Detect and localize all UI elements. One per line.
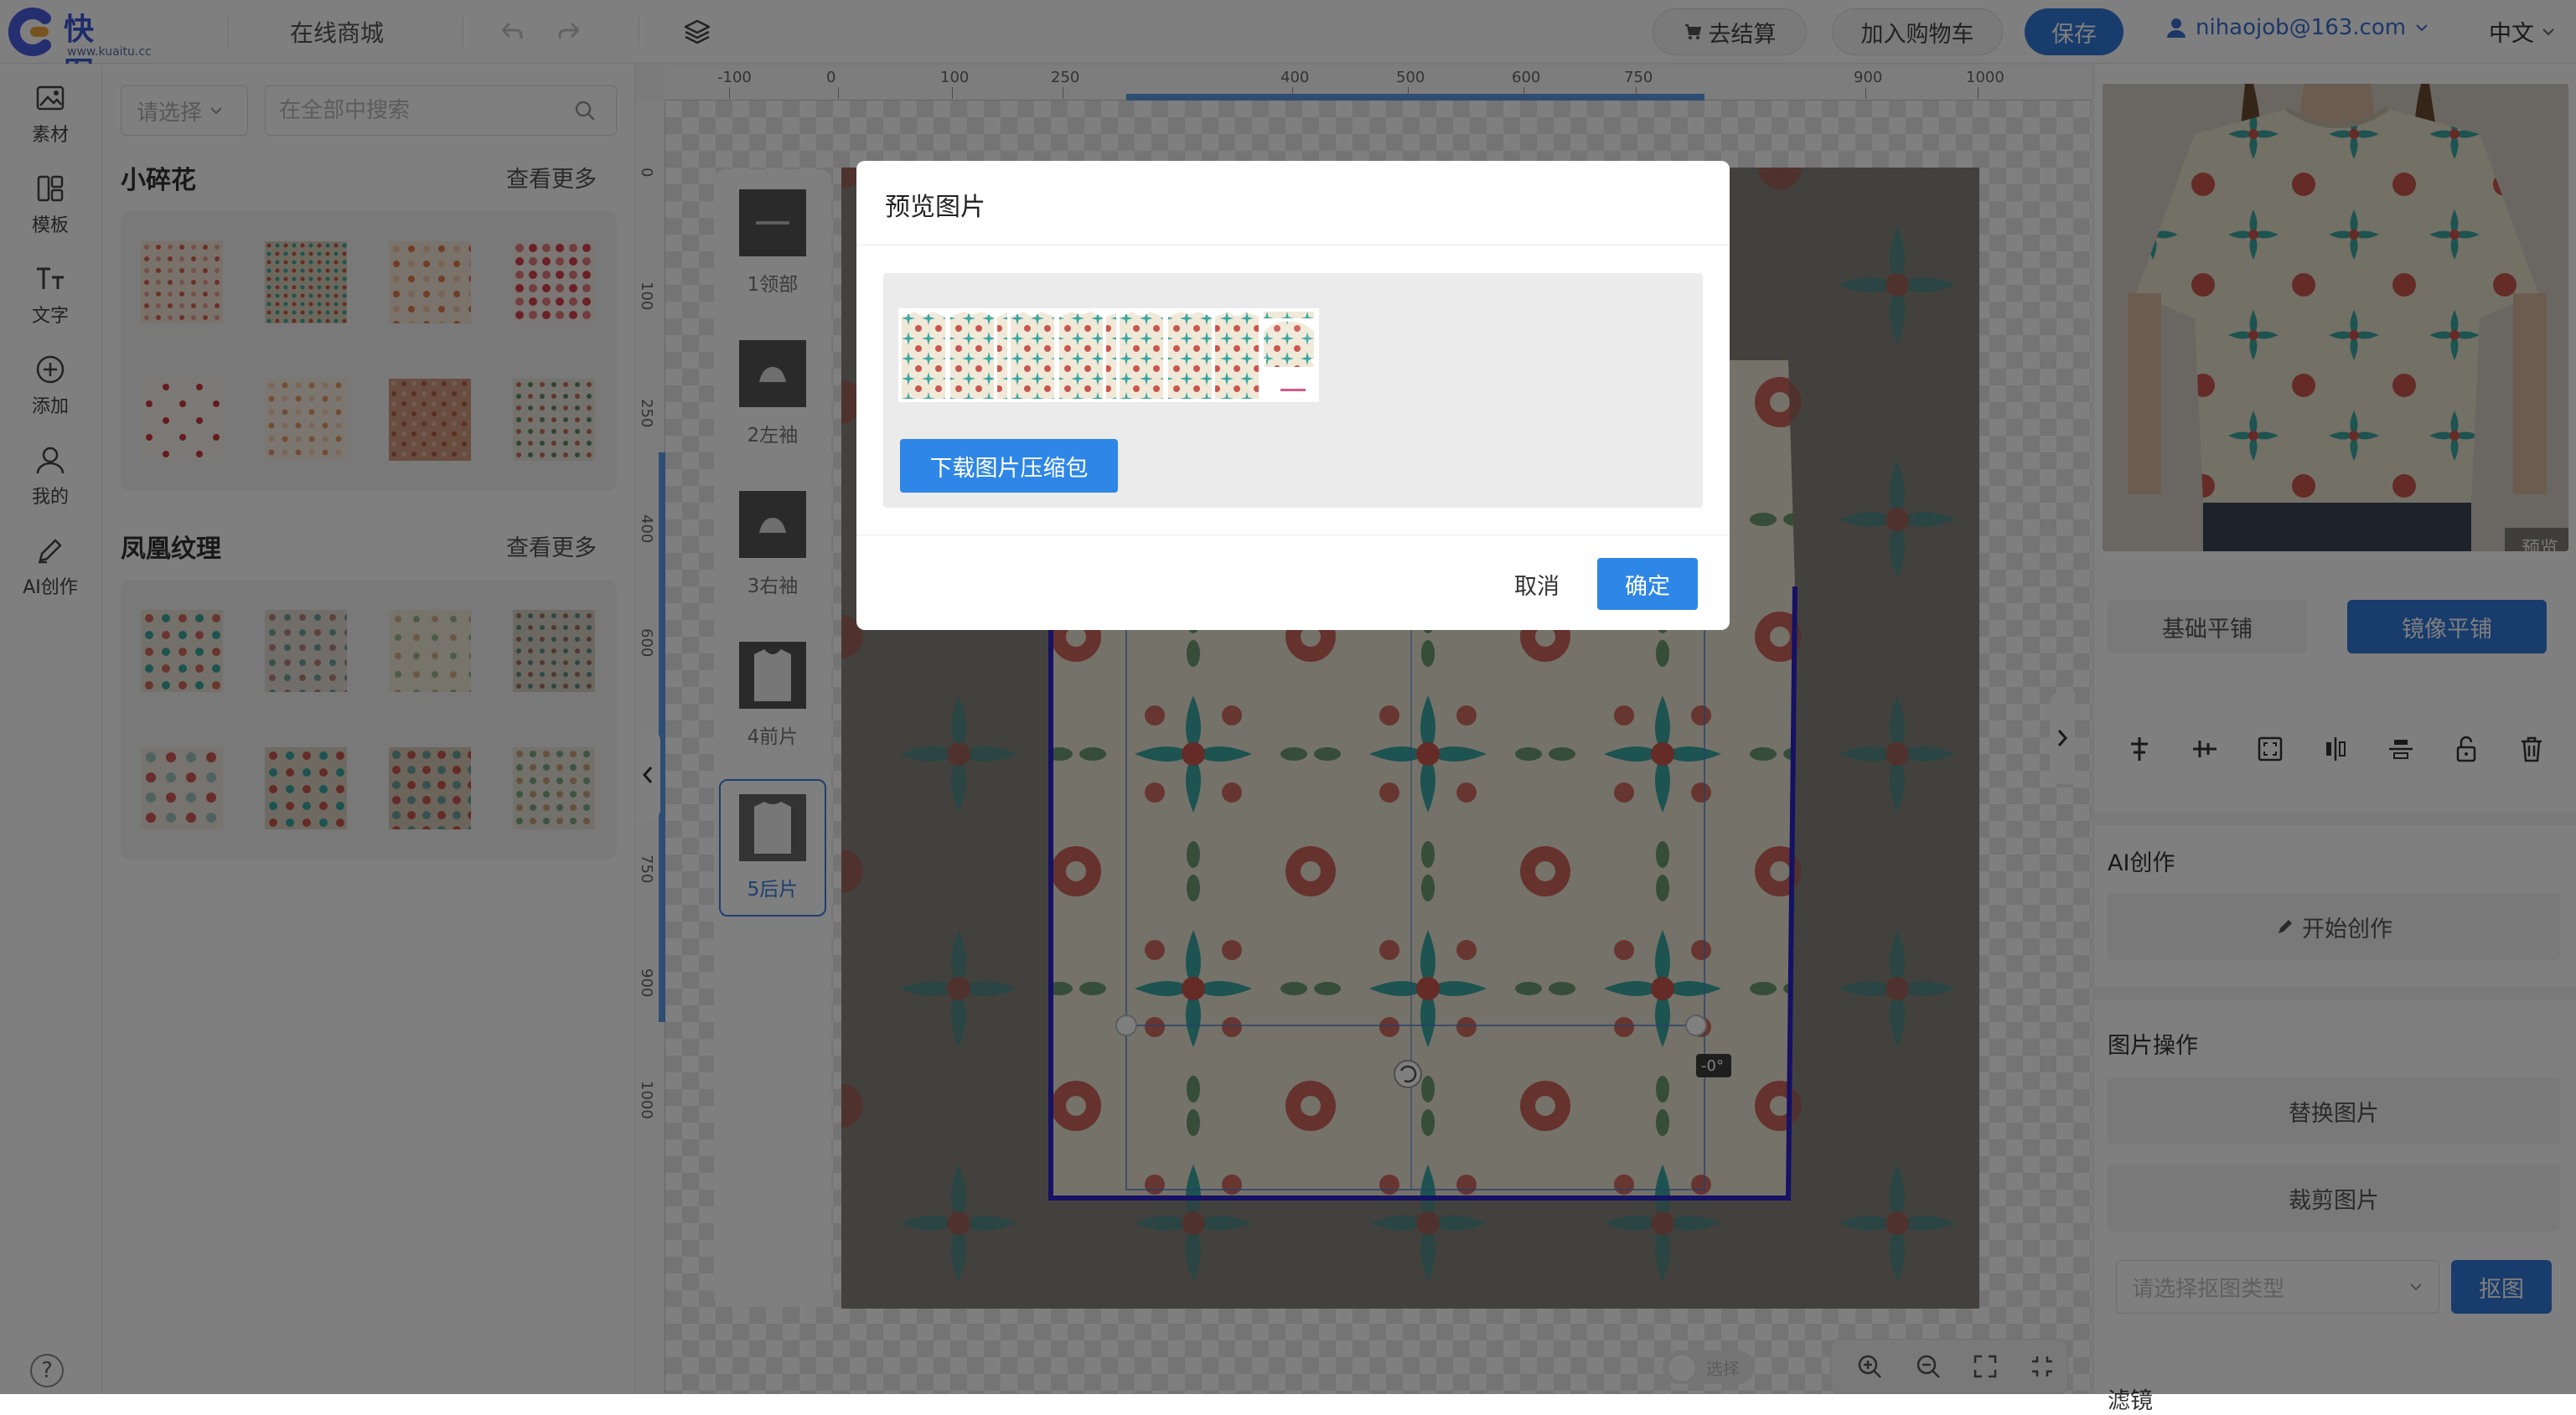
preview-thumbnail[interactable] [1116, 308, 1319, 402]
layout-preview [1116, 308, 1319, 402]
download-zip-button[interactable]: 下载图片压缩包 [900, 439, 1118, 493]
cancel-button[interactable]: 取消 [1487, 558, 1587, 610]
dialog-body: 下载图片压缩包 [883, 273, 1703, 508]
dialog-title: 预览图片 [885, 193, 985, 222]
dialog-divider [856, 534, 1730, 535]
preview-dialog: 预览图片 下载图片压缩包 取消 确定 [856, 161, 1730, 630]
confirm-button[interactable]: 确定 [1597, 558, 1698, 610]
